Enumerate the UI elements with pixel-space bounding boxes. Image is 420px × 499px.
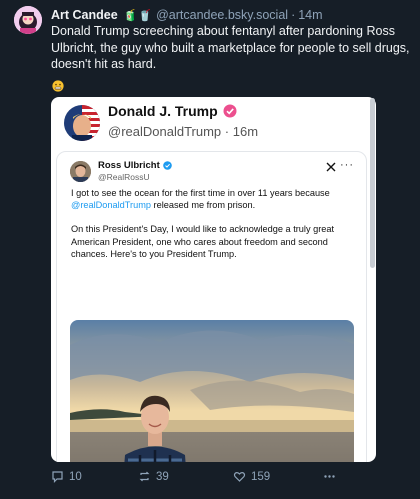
verified-badge-icon	[223, 104, 237, 118]
author-name[interactable]: Art Candee	[51, 8, 118, 22]
embed-time: 16m	[232, 124, 259, 139]
post-actions: 10 39 159	[51, 470, 411, 488]
embed-handle-text: @realDonaldTrump	[108, 124, 222, 139]
more-options-button[interactable]	[323, 470, 336, 483]
quoted-paragraph-2: On this President's Day, I would like to…	[71, 224, 335, 259]
trump-avatar	[64, 105, 100, 141]
more-options-icon: ···	[340, 159, 354, 171]
grimace-emoji-icon	[52, 80, 64, 92]
mention-link: @realDonaldTrump	[71, 200, 151, 211]
embed-separator: ·	[224, 124, 230, 139]
x-logo-icon	[326, 162, 336, 175]
embed-author-name-text: Donald J. Trump	[108, 103, 218, 119]
post-text: Donald Trump screeching about fentanyl a…	[51, 24, 410, 71]
reply-icon	[52, 471, 63, 483]
repost-button[interactable]: 39	[138, 470, 169, 483]
post-header: Art Candee 🧃🥤 @artcandee.bsky.social · 1…	[51, 7, 412, 23]
quoted-paragraph-1: I got to see the ocean for the first tim…	[71, 187, 357, 211]
repost-icon	[139, 471, 150, 482]
heart-icon	[233, 471, 246, 482]
quoted-text-1a: I got to see the ocean for the first tim…	[71, 188, 330, 198]
quoted-tweet: Ross Ulbricht @RealRossU ··· I got to se…	[56, 151, 367, 462]
more-horizontal-icon	[324, 475, 335, 478]
like-button[interactable]: 159	[233, 470, 270, 483]
separator-dot: ·	[291, 8, 296, 22]
embedded-image[interactable]: Donald J. Trump @realDonaldTrump · 16m R…	[51, 97, 376, 462]
man-on-beach-photo	[70, 320, 354, 462]
verified-badge-icon	[162, 161, 172, 170]
quoted-author-name: Ross Ulbricht	[98, 160, 172, 171]
quoted-author-name-text: Ross Ulbricht	[98, 160, 160, 171]
reply-button[interactable]: 10	[51, 470, 82, 483]
author-handle[interactable]: @artcandee.bsky.social	[156, 8, 288, 22]
like-count: 159	[251, 470, 271, 483]
avatar[interactable]	[14, 6, 42, 34]
embed-author-handle: @realDonaldTrump · 16m	[108, 124, 258, 139]
ross-avatar	[70, 161, 91, 182]
author-emojis: 🧃🥤	[123, 9, 154, 22]
feed-post[interactable]: Art Candee 🧃🥤 @artcandee.bsky.social · 1…	[0, 0, 420, 499]
embed-scrollbar-thumb	[370, 98, 375, 268]
reply-count: 10	[69, 470, 82, 483]
quoted-author-handle: @RealRossU	[98, 172, 150, 182]
embed-author-name: Donald J. Trump	[108, 103, 237, 119]
quoted-text-1b: released me from prison.	[150, 200, 256, 211]
quoted-text: I got to see the ocean for the first tim…	[71, 187, 357, 272]
repost-count: 39	[156, 470, 169, 483]
post-time[interactable]: 14m	[298, 8, 322, 22]
